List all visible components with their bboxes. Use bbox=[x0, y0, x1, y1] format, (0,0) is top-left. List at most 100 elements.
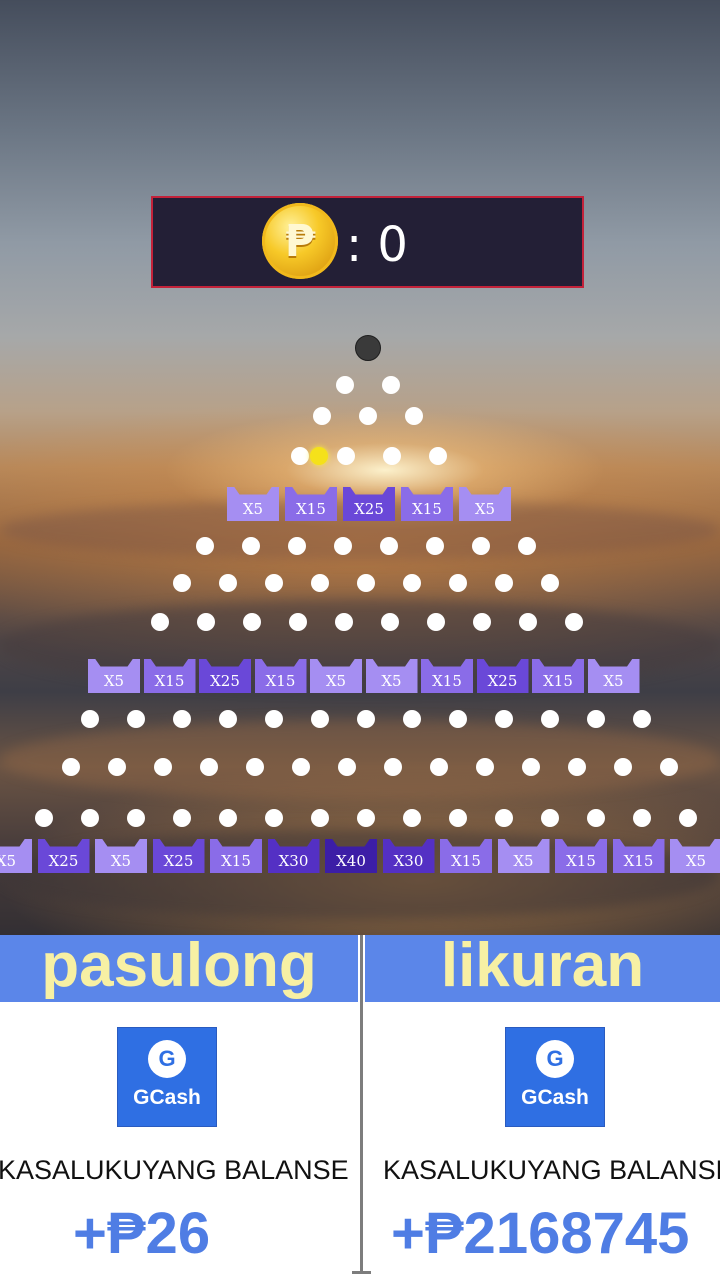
peg bbox=[359, 407, 377, 425]
gcash-label: GCash bbox=[521, 1086, 589, 1109]
peg bbox=[357, 809, 375, 827]
peg bbox=[449, 574, 467, 592]
peg bbox=[449, 710, 467, 728]
sky-background bbox=[0, 0, 720, 935]
peg bbox=[81, 809, 99, 827]
peg bbox=[476, 758, 494, 776]
peg bbox=[614, 758, 632, 776]
peg bbox=[197, 613, 215, 631]
peg bbox=[288, 537, 306, 555]
watermark-logo bbox=[115, 935, 255, 1025]
peg bbox=[405, 407, 423, 425]
peg bbox=[403, 809, 421, 827]
peg bbox=[173, 809, 191, 827]
gcash-g-icon: G bbox=[536, 1040, 574, 1078]
gcash-label: GCash bbox=[133, 1086, 201, 1109]
peg bbox=[151, 613, 169, 631]
score-value: : 0 bbox=[346, 217, 408, 273]
peg bbox=[519, 613, 537, 631]
peg bbox=[383, 447, 401, 465]
peg bbox=[334, 537, 352, 555]
peg bbox=[495, 574, 513, 592]
peg bbox=[587, 809, 605, 827]
peg bbox=[81, 710, 99, 728]
peg bbox=[403, 574, 421, 592]
peg bbox=[265, 574, 283, 592]
peg bbox=[541, 710, 559, 728]
panel-divider bbox=[352, 935, 371, 1280]
peg bbox=[292, 758, 310, 776]
gcash-logo: G GCash bbox=[117, 1027, 217, 1127]
peg bbox=[679, 809, 697, 827]
cloud-band bbox=[0, 830, 720, 920]
balance-value: +₱2168745 bbox=[391, 1201, 690, 1266]
peg bbox=[35, 809, 53, 827]
cloud-band bbox=[0, 720, 720, 800]
peg bbox=[427, 613, 445, 631]
peg bbox=[381, 613, 399, 631]
peg bbox=[472, 537, 490, 555]
peg bbox=[289, 613, 307, 631]
balance-value: +₱26 bbox=[73, 1201, 211, 1266]
peg bbox=[246, 758, 264, 776]
peg bbox=[200, 758, 218, 776]
peg bbox=[633, 710, 651, 728]
gcash-g-icon: G bbox=[148, 1040, 186, 1078]
peg bbox=[219, 809, 237, 827]
active-peg bbox=[310, 447, 328, 465]
peg bbox=[384, 758, 402, 776]
peg bbox=[242, 537, 260, 555]
gcash-logo: G GCash bbox=[505, 1027, 605, 1127]
peg bbox=[173, 710, 191, 728]
peg bbox=[219, 574, 237, 592]
peg bbox=[62, 758, 80, 776]
peg bbox=[357, 574, 375, 592]
peg bbox=[335, 613, 353, 631]
balance-label: KASALUKUYANG BALANSE bbox=[383, 1155, 720, 1185]
peso-coin-icon: ₱ bbox=[262, 203, 338, 279]
peg bbox=[449, 809, 467, 827]
peg bbox=[219, 710, 237, 728]
peg bbox=[265, 710, 283, 728]
peg bbox=[660, 758, 678, 776]
peg bbox=[338, 758, 356, 776]
peg bbox=[495, 809, 513, 827]
peg bbox=[108, 758, 126, 776]
peg bbox=[337, 447, 355, 465]
peg bbox=[380, 537, 398, 555]
peg bbox=[291, 447, 309, 465]
peg bbox=[196, 537, 214, 555]
peg bbox=[311, 574, 329, 592]
peg bbox=[127, 710, 145, 728]
peg bbox=[265, 809, 283, 827]
divider-line bbox=[360, 935, 363, 1273]
peg bbox=[311, 809, 329, 827]
peg bbox=[173, 574, 191, 592]
game-ball bbox=[355, 335, 381, 361]
peg bbox=[313, 407, 331, 425]
peso-symbol: ₱ bbox=[284, 215, 316, 267]
peg bbox=[473, 613, 491, 631]
peg bbox=[357, 710, 375, 728]
peg bbox=[541, 809, 559, 827]
peg bbox=[243, 613, 261, 631]
peg bbox=[518, 537, 536, 555]
peg bbox=[403, 710, 421, 728]
peg bbox=[541, 574, 559, 592]
peg bbox=[127, 809, 145, 827]
peg bbox=[565, 613, 583, 631]
peg bbox=[495, 710, 513, 728]
panel-title: likuran bbox=[440, 935, 645, 1000]
peg bbox=[311, 710, 329, 728]
peg bbox=[429, 447, 447, 465]
peg bbox=[154, 758, 172, 776]
peg bbox=[336, 376, 354, 394]
divider-foot bbox=[352, 1271, 371, 1274]
right-panel: likuran G GCash KASALUKUYANG BALANSE +₱2… bbox=[365, 935, 720, 1280]
peg bbox=[426, 537, 444, 555]
peg bbox=[522, 758, 540, 776]
peg bbox=[568, 758, 586, 776]
peg bbox=[587, 710, 605, 728]
peg bbox=[633, 809, 651, 827]
peg bbox=[430, 758, 448, 776]
